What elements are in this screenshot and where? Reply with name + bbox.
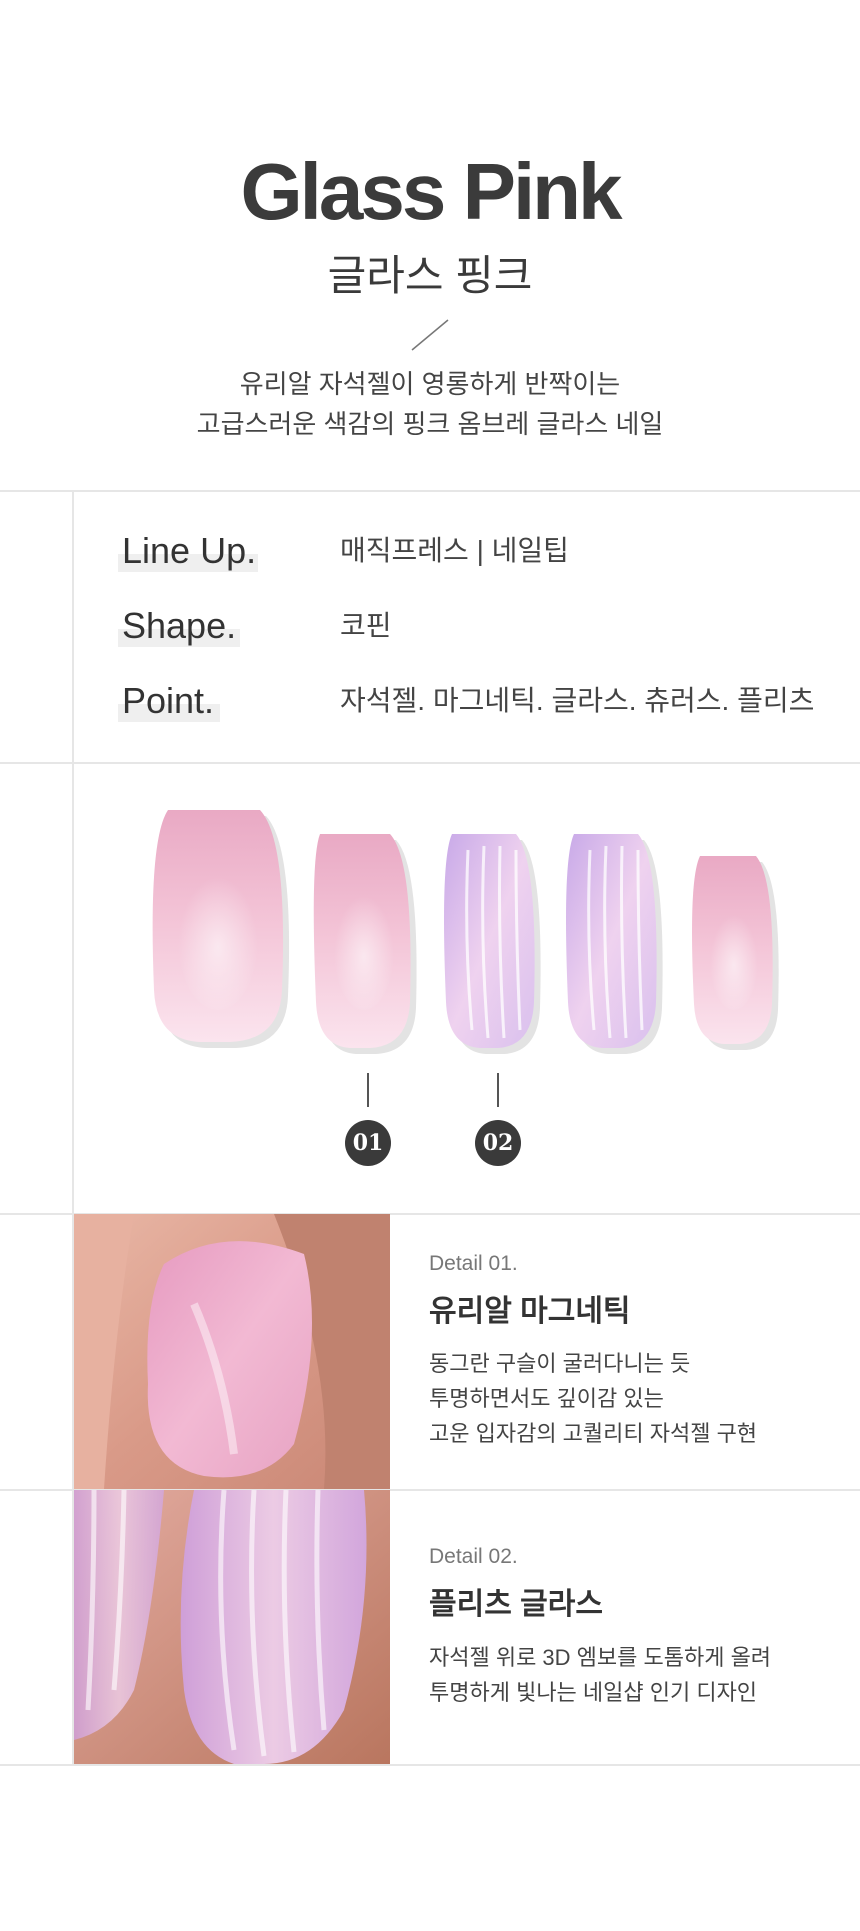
nail-4 [566, 834, 663, 1054]
divider-bottom [0, 1764, 860, 1766]
detail-02-line-1: 자석젤 위로 3D 엠보를 도톰하게 올려 [429, 1645, 772, 1670]
spec-value-lineup: 매직프레스 | 네일팁 [340, 535, 569, 566]
detail-02-text: 자석젤 위로 3D 엠보를 도톰하게 올려 투명하게 빛나는 네일샵 인기 디자… [429, 1640, 771, 1710]
slash-divider [411, 319, 449, 351]
product-title: Glass Pink [240, 147, 622, 236]
nail-1 [152, 810, 290, 1048]
detail-01-line-1: 동그란 구슬이 굴러다니는 듯 [429, 1351, 691, 1376]
nail-set-illustration [152, 810, 779, 1054]
nail-3 [444, 834, 541, 1054]
nail-5 [692, 856, 779, 1050]
marker-line-01 [367, 1073, 369, 1107]
detail-01-photo [74, 1214, 390, 1489]
detail-01-text: 동그란 구슬이 굴러다니는 듯 투명하면서도 깊이감 있는 고운 입자감의 고퀄… [429, 1346, 757, 1451]
spec-value-shape: 코핀 [340, 610, 392, 641]
spec-value-point: 자석젤. 마그네틱. 글라스. 츄러스. 플리츠 [340, 685, 815, 716]
detail-02-line-2: 투명하게 빛나는 네일샵 인기 디자인 [429, 1680, 758, 1705]
nail-2 [313, 834, 417, 1054]
description-line-2: 고급스러운 색감의 핑크 옴브레 글라스 네일 [196, 409, 664, 439]
detail-01-line-2: 투명하면서도 깊이감 있는 [429, 1386, 664, 1411]
spec-label-lineup: Line Up. [118, 528, 258, 574]
detail-02-title: 플리츠 글라스 [429, 1588, 603, 1621]
marker-02: 02 [475, 1120, 521, 1166]
divider-specs [0, 762, 860, 764]
spec-label-shape: Shape. [118, 603, 240, 649]
product-description: 유리알 자석젤이 영롱하게 반짝이는 고급스러운 색감의 핑크 옴브레 글라스 … [0, 364, 860, 444]
product-subtitle: 글라스 핑크 [327, 252, 533, 299]
spec-label-point: Point. [118, 678, 220, 724]
marker-line-02 [497, 1073, 499, 1107]
marker-01: 01 [345, 1120, 391, 1166]
detail-02-photo [74, 1490, 390, 1764]
divider-top [0, 490, 860, 492]
detail-01-title: 유리알 마그네틱 [429, 1295, 631, 1328]
description-line-1: 유리알 자석젤이 영롱하게 반짝이는 [239, 369, 621, 399]
detail-01-line-3: 고운 입자감의 고퀄리티 자석젤 구현 [429, 1421, 758, 1446]
detail-01-tag: Detail 01. [429, 1252, 518, 1275]
detail-02-tag: Detail 02. [429, 1545, 518, 1568]
